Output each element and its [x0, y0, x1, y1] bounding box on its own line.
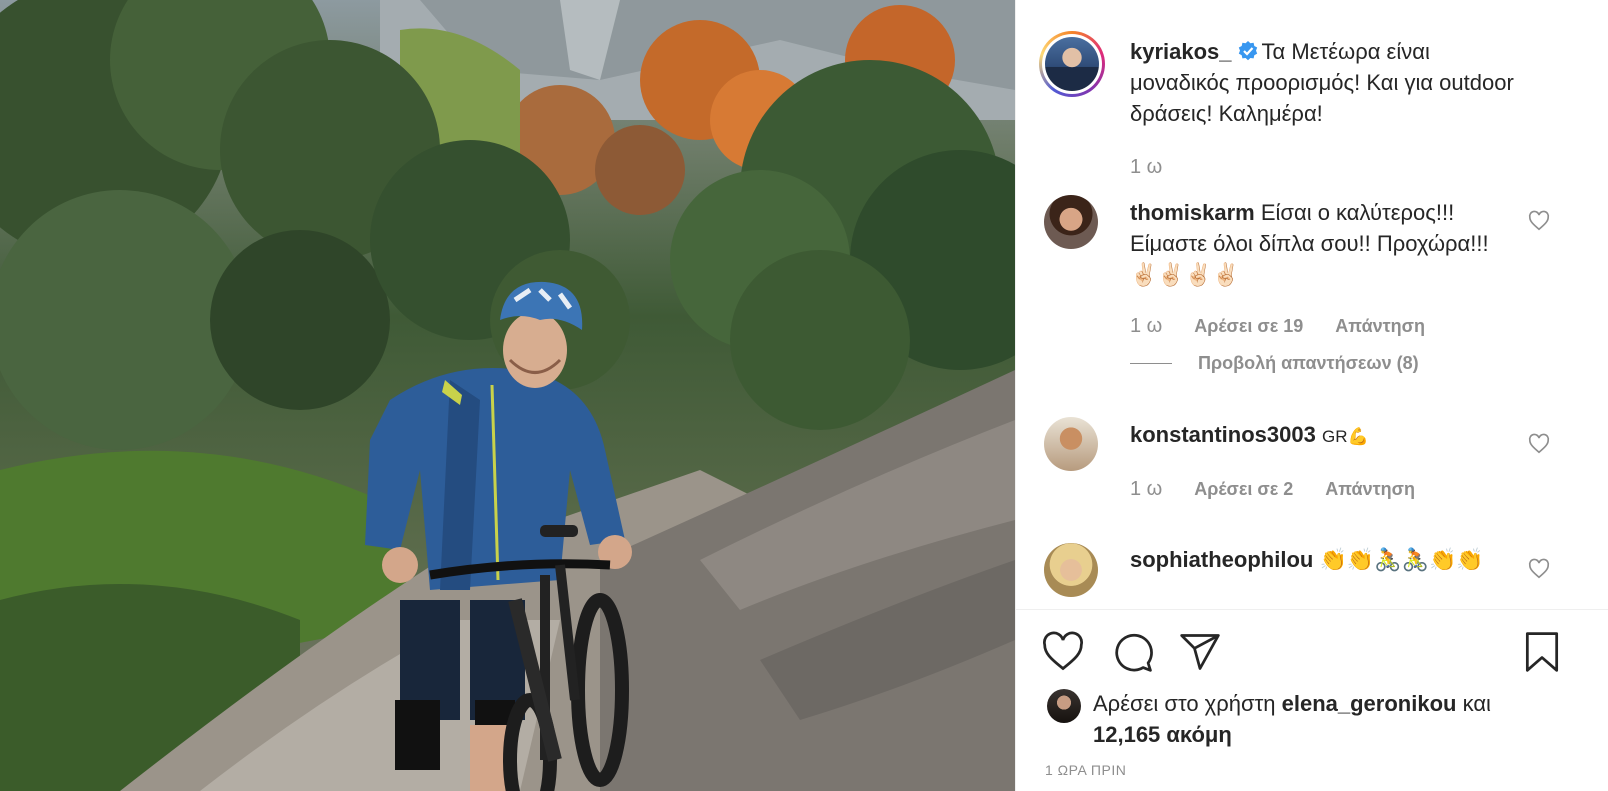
comment-like-icon[interactable]	[1528, 210, 1550, 232]
view-replies-label: Προβολή απαντήσεων (8)	[1198, 353, 1419, 373]
comment-username[interactable]: thomiskarm	[1130, 200, 1255, 225]
share-icon[interactable]	[1178, 630, 1222, 674]
post-caption: kyriakos_ Τα Μετέωρα είναι μοναδικός προο…	[1130, 36, 1530, 129]
heart-icon[interactable]	[1041, 630, 1085, 674]
comment-username[interactable]: sophiatheophilou	[1130, 547, 1313, 572]
comment-time[interactable]: 1 ω	[1130, 315, 1162, 338]
liker-username[interactable]: elena_geronikou	[1282, 691, 1457, 716]
likes-count[interactable]: 12,165 ακόμη	[1093, 722, 1232, 747]
author-username[interactable]: kyriakos_	[1130, 39, 1232, 64]
author-avatar[interactable]	[1039, 31, 1105, 97]
comment-3: sophiatheophilou 👏👏🚴🚴👏👏	[1130, 544, 1490, 575]
reply-button[interactable]: Απάντηση	[1335, 316, 1425, 337]
section-divider	[1015, 609, 1608, 610]
view-replies-button[interactable]: Προβολή απαντήσεων (8)	[1130, 353, 1419, 374]
liker-avatar[interactable]	[1047, 689, 1081, 723]
comment-2: konstantinos3003 GR💪	[1130, 419, 1500, 452]
comment-time[interactable]: 1 ω	[1130, 478, 1162, 501]
comment-text: GR💪	[1321, 427, 1369, 446]
comment-icon[interactable]	[1111, 630, 1155, 674]
comment-text: 👏👏🚴🚴👏👏	[1319, 547, 1484, 572]
comment-username[interactable]: konstantinos3003	[1130, 422, 1316, 447]
comment-1-meta: 1 ω Αρέσει σε 19 Απάντηση	[1130, 315, 1425, 338]
bookmark-icon[interactable]	[1520, 630, 1564, 674]
likes-summary: Αρέσει στο χρήστη elena_geronikou και 12…	[1093, 688, 1563, 750]
commenter-avatar[interactable]	[1044, 543, 1098, 597]
comment-1: thomiskarm Είσαι ο καλύτερος!!! Είμαστε …	[1130, 197, 1500, 290]
comment-likes-count[interactable]: Αρέσει σε 19	[1194, 316, 1303, 337]
comment-like-icon[interactable]	[1528, 433, 1550, 455]
commenter-avatar[interactable]	[1044, 195, 1098, 249]
verified-badge-icon	[1238, 41, 1257, 61]
photo-illustration	[0, 0, 1015, 791]
likes-prefix: Αρέσει στο χρήστη	[1093, 691, 1276, 716]
comment-2-meta: 1 ω Αρέσει σε 2 Απάντηση	[1130, 478, 1415, 501]
comment-like-icon[interactable]	[1528, 558, 1550, 580]
reply-button[interactable]: Απάντηση	[1325, 479, 1415, 500]
post-photo[interactable]	[0, 0, 1015, 791]
comment-likes-count[interactable]: Αρέσει σε 2	[1194, 479, 1293, 500]
post-time[interactable]: 1 ω	[1130, 156, 1162, 179]
post-age[interactable]: 1 ΩΡΑ ΠΡΙΝ	[1045, 762, 1126, 778]
commenter-avatar[interactable]	[1044, 417, 1098, 471]
likes-connector: και	[1462, 691, 1491, 716]
replies-dash	[1130, 363, 1172, 364]
